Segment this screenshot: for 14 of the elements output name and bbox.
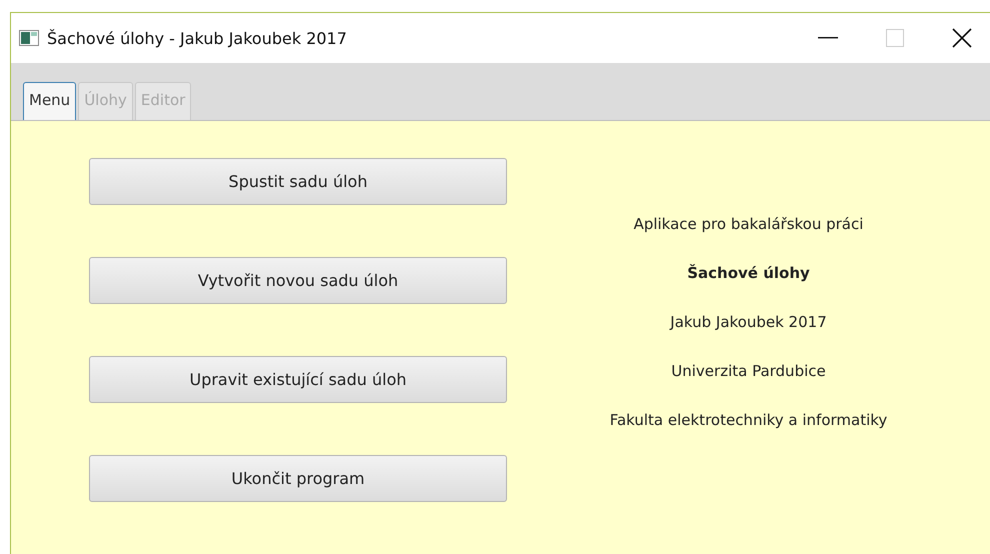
tab[interactable]: Menu <box>23 82 76 120</box>
info-text: Jakub Jakoubek 2017 <box>670 312 827 333</box>
info-text: Aplikace pro bakalářskou práci <box>634 214 864 235</box>
info-text: Univerzita Pardubice <box>671 361 826 382</box>
minimize-icon[interactable] <box>818 37 838 39</box>
menu-button[interactable]: Vytvořit novou sadu úloh <box>89 257 507 304</box>
menu-button[interactable]: Upravit existující sadu úloh <box>89 356 507 403</box>
menu-button[interactable]: Ukončit program <box>89 455 507 502</box>
info-text: Fakulta elektrotechniky a informatiky <box>610 410 888 431</box>
window-title: Šachové úlohy - Jakub Jakoubek 2017 <box>47 28 348 48</box>
app-name: Šachové úlohy <box>687 263 810 284</box>
menu-button[interactable]: Spustit sadu úloh <box>89 158 507 205</box>
app-icon <box>19 30 39 46</box>
close-icon[interactable] <box>952 28 972 48</box>
